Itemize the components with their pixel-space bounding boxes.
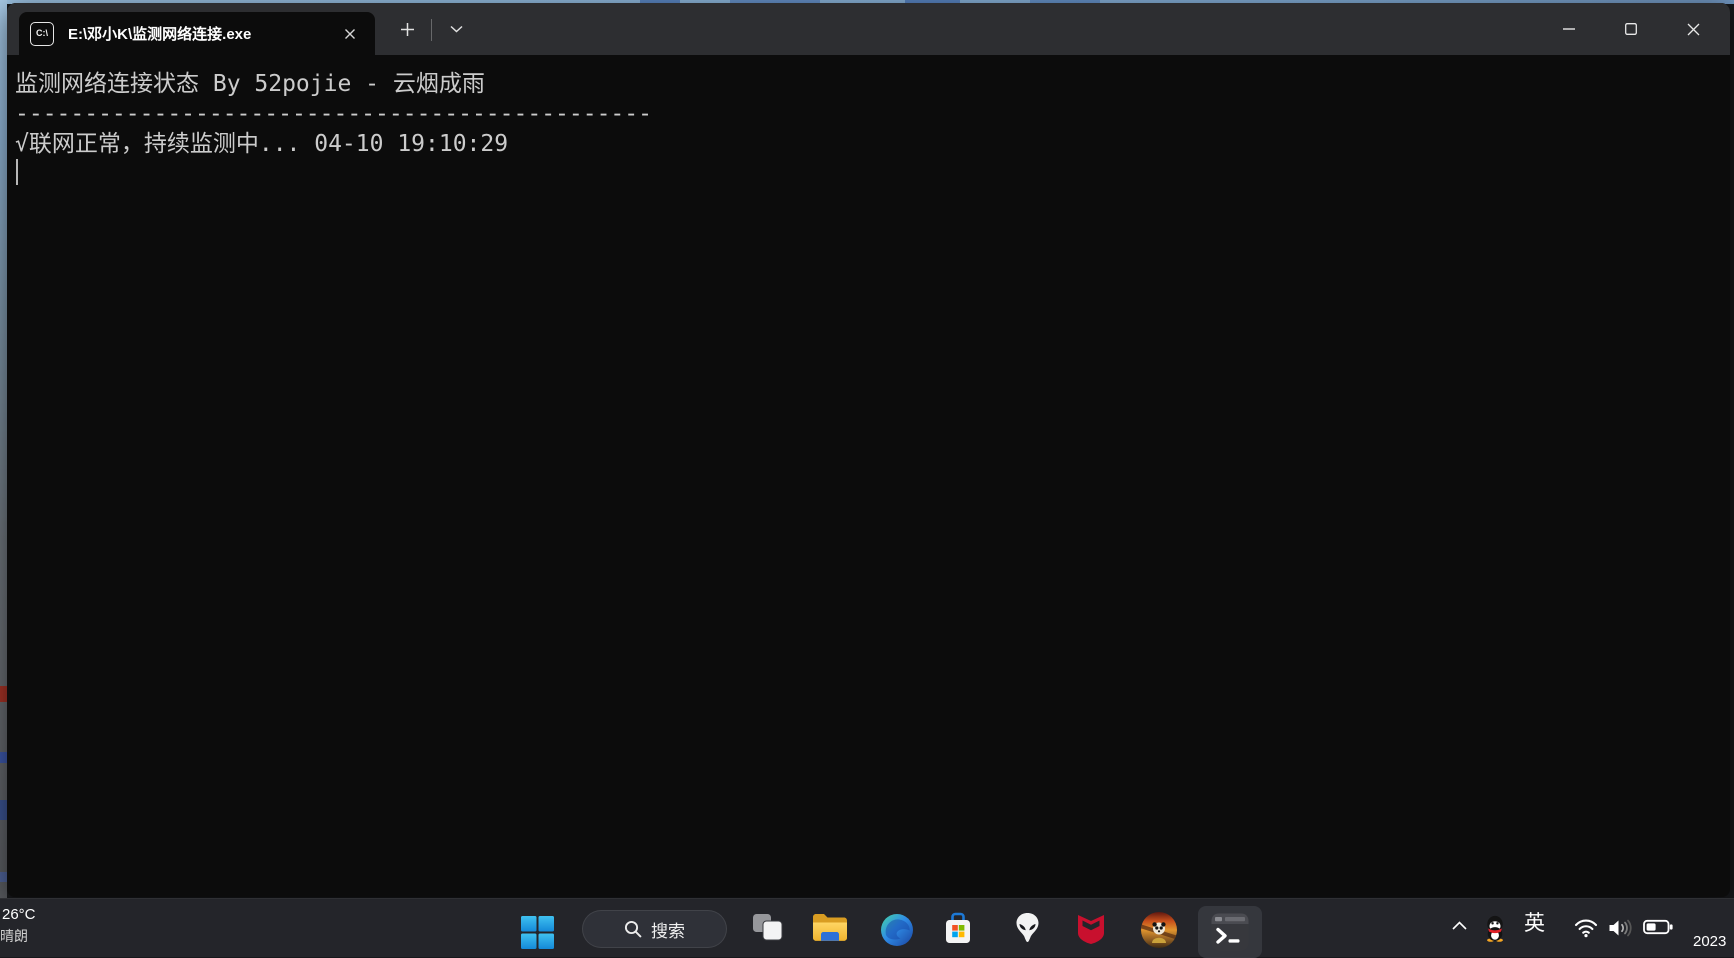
chevron-down-icon xyxy=(450,25,463,33)
search-label: 搜索 xyxy=(651,917,685,942)
desktop-fragment xyxy=(0,800,7,820)
minimize-button[interactable] xyxy=(1538,3,1600,55)
search-icon xyxy=(624,920,642,938)
terminal-cursor xyxy=(16,159,18,185)
mcafee-button[interactable] xyxy=(1076,913,1106,945)
terminal-line-status: √联网正常，持续监测中... 04-10 19:10:29 xyxy=(15,129,508,159)
tab-title: E:\邓小K\监测网络连接.exe xyxy=(68,23,251,44)
maximize-icon xyxy=(1625,23,1637,35)
microsoft-store-button[interactable] xyxy=(942,912,974,945)
terminal-window: C:\ E:\邓小K\监测网络连接.exe xyxy=(7,3,1730,897)
battery-icon xyxy=(1643,919,1673,935)
desktop-fragment xyxy=(0,872,7,882)
plus-icon xyxy=(400,22,415,37)
edge-icon xyxy=(880,913,914,947)
chevron-up-icon xyxy=(1451,920,1468,931)
cmd-prompt-icon: C:\ xyxy=(30,22,54,46)
terminal-line-title: 监测网络连接状态 By 52pojie - 云烟成雨 xyxy=(15,69,485,99)
weather-temperature: 26°C xyxy=(2,907,36,922)
hidden-icons-button[interactable] xyxy=(1451,920,1468,931)
maximize-button[interactable] xyxy=(1600,3,1662,55)
tab-active[interactable]: C:\ E:\邓小K\监测网络连接.exe xyxy=(19,12,375,55)
taskbar: 26°C 晴朗 搜索 xyxy=(0,898,1734,957)
start-button[interactable] xyxy=(520,915,555,950)
task-view-button[interactable] xyxy=(752,913,783,942)
desktop-edge-left xyxy=(0,0,7,957)
speaker-icon xyxy=(1607,918,1634,938)
tab-bar-separator xyxy=(431,19,432,41)
folder-icon xyxy=(811,912,849,943)
desktop-fragment xyxy=(0,686,7,702)
windows-logo-icon xyxy=(520,915,555,950)
new-tab-button[interactable] xyxy=(390,12,424,46)
task-view-icon xyxy=(752,913,783,942)
file-explorer-button[interactable] xyxy=(811,912,849,943)
close-button[interactable] xyxy=(1662,3,1724,55)
alienware-alien-icon xyxy=(1015,912,1040,943)
minimize-icon xyxy=(1563,28,1575,30)
wifi-icon xyxy=(1574,918,1598,938)
windows-terminal-icon xyxy=(1210,912,1250,952)
desktop-fragment xyxy=(0,752,7,763)
ime-indicator[interactable]: 英 xyxy=(1524,913,1545,934)
cmd-icon-label: C:\ xyxy=(36,29,48,38)
terminal-line-separator: ----------------------------------------… xyxy=(15,99,652,129)
microsoft-store-icon xyxy=(942,912,974,945)
weather-condition: 晴朗 xyxy=(0,929,36,943)
search-box[interactable]: 搜索 xyxy=(582,910,727,948)
close-icon xyxy=(344,28,356,40)
qq-tray-button[interactable] xyxy=(1484,915,1506,942)
scream-panda-app-button[interactable] xyxy=(1140,911,1178,949)
wifi-tray-button[interactable] xyxy=(1574,918,1598,938)
alienware-button[interactable] xyxy=(1015,912,1040,943)
battery-tray-button[interactable] xyxy=(1643,919,1673,935)
window-controls xyxy=(1538,3,1724,55)
mcafee-shield-icon xyxy=(1076,913,1106,945)
titlebar[interactable]: C:\ E:\邓小K\监测网络连接.exe xyxy=(7,3,1730,55)
weather-widget[interactable]: 26°C 晴朗 xyxy=(2,907,36,943)
windows-terminal-button[interactable] xyxy=(1198,906,1262,958)
close-icon xyxy=(1687,23,1700,36)
terminal-viewport[interactable]: 监测网络连接状态 By 52pojie - 云烟成雨 -------------… xyxy=(7,55,1730,897)
scream-panda-icon xyxy=(1140,911,1178,949)
volume-tray-button[interactable] xyxy=(1607,918,1634,938)
microsoft-edge-button[interactable] xyxy=(880,913,914,947)
clock-date[interactable]: 2023 xyxy=(1693,934,1726,949)
tab-dropdown-button[interactable] xyxy=(439,12,473,46)
qq-penguin-icon xyxy=(1484,915,1506,942)
tab-close-button[interactable] xyxy=(337,21,363,47)
